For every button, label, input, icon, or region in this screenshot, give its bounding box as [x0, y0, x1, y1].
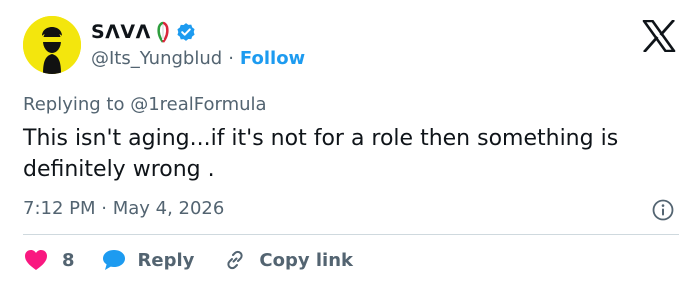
- separator-dot: ·: [228, 48, 234, 69]
- italian-flag-emoji-icon: [156, 21, 170, 43]
- like-button[interactable]: 8: [24, 249, 75, 271]
- heart-icon: [25, 250, 47, 270]
- speech-bubble-icon: [102, 250, 125, 270]
- link-icon: [227, 250, 244, 270]
- reply-button[interactable]: Reply: [102, 249, 195, 271]
- avatar[interactable]: [23, 16, 81, 74]
- action-bar: 8 Reply Copy link: [24, 246, 353, 274]
- replying-to: Replying to @1realFormula: [23, 94, 267, 115]
- avatar-image: [23, 16, 81, 74]
- handle-row: @Its_Yungblud · Follow: [91, 48, 305, 69]
- verified-badge-icon: [176, 22, 196, 42]
- like-count: 8: [62, 249, 75, 271]
- user-handle[interactable]: @Its_Yungblud: [91, 48, 222, 69]
- reply-label: Reply: [137, 249, 195, 271]
- tweet-text: This isn't aging...if it's not for a rol…: [23, 126, 619, 182]
- tweet-card: SΛVΛ @Its_Yungblud · Follow Replying to …: [0, 0, 700, 287]
- tweet-timestamp[interactable]: 7:12 PM · May 4, 2026: [23, 198, 224, 219]
- x-logo-icon[interactable]: [641, 20, 677, 52]
- author-name-row[interactable]: SΛVΛ: [91, 19, 196, 45]
- divider: [23, 234, 679, 235]
- copy-link-label: Copy link: [259, 249, 353, 271]
- display-name[interactable]: SΛVΛ: [91, 21, 151, 43]
- follow-button[interactable]: Follow: [240, 48, 305, 69]
- copy-link-button[interactable]: Copy link: [223, 248, 353, 272]
- info-icon[interactable]: [651, 198, 675, 222]
